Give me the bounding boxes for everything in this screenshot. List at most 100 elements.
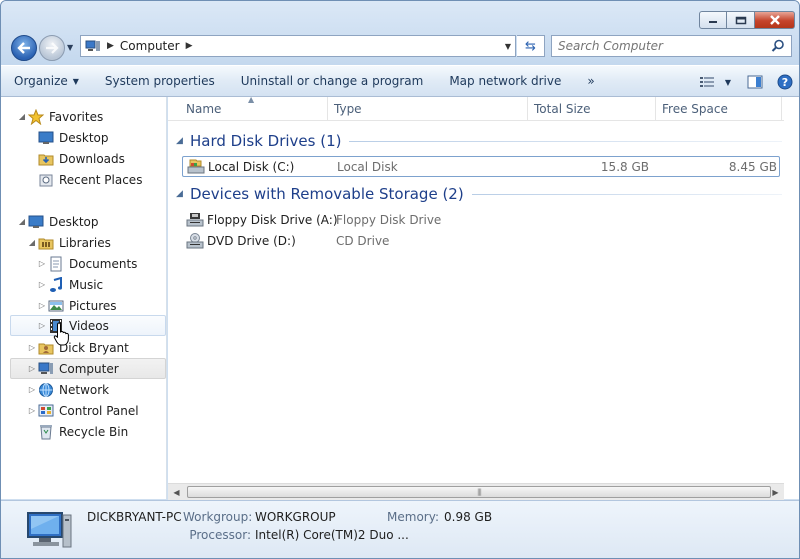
column-total-size-label: Total Size [534,102,591,116]
column-header-name[interactable]: ▲ Name [168,95,328,121]
grip-icon: ||| [476,488,482,496]
recent-pages-dropdown[interactable]: ▼ [67,43,73,52]
column-name-label: Name [186,102,222,116]
drive-type: Floppy Disk Drive [336,212,442,227]
hard-drive-icon [187,159,205,175]
scroll-right-button[interactable]: ▶ [767,484,784,500]
view-controls: ▼ ? [693,66,799,98]
nav-downloads[interactable]: Downloads [27,148,125,169]
group-expanded-icon[interactable]: ◢ [176,136,190,146]
expanded-arrow-icon[interactable]: ◢ [17,112,27,121]
search-input[interactable] [558,39,768,53]
computer-icon [37,361,55,377]
column-header-type[interactable]: Type [328,97,528,121]
close-button[interactable] [755,11,795,29]
preview-pane-button[interactable] [737,70,773,94]
nav-user-folder[interactable]: ▷ Dick Bryant [27,337,129,358]
organize-button[interactable]: Organize ▼ [1,69,92,93]
help-button[interactable]: ? [773,70,799,94]
expanded-arrow-icon[interactable]: ◢ [27,238,37,247]
close-icon [769,15,780,25]
nav-documents[interactable]: ▷ Documents [37,253,137,274]
search-icon[interactable] [771,39,785,53]
computer-icon [85,40,100,51]
breadcrumb-computer[interactable]: Computer [120,39,180,53]
drive-row-floppy[interactable]: Floppy Disk Drive (A:) Floppy Disk Drive [182,209,780,230]
group-removable-storage[interactable]: ◢ Devices with Removable Storage (2) [176,183,782,205]
group-title: Devices with Removable Storage (2) [190,185,464,203]
nav-recent-places[interactable]: Recent Places [27,169,142,190]
group-hard-disk-drives[interactable]: ◢ Hard Disk Drives (1) [176,130,782,152]
breadcrumb-separator[interactable]: ▶ [107,41,114,51]
map-network-drive-button[interactable]: Map network drive [436,69,574,93]
scroll-left-icon: ◀ [173,487,180,497]
nav-pictures[interactable]: ▷ Pictures [37,295,117,316]
nav-favorites[interactable]: ◢ Favorites [17,106,103,127]
collapsed-arrow-icon[interactable]: ▷ [37,321,47,330]
collapsed-arrow-icon[interactable]: ▷ [37,301,47,310]
nav-downloads-label: Downloads [59,151,125,166]
group-divider [471,193,782,195]
caption-buttons [699,11,795,29]
nav-network[interactable]: ▷ Network [27,379,109,400]
nav-videos[interactable]: ▷ Videos [10,315,166,336]
maximize-button[interactable] [727,11,755,29]
nav-recycle-bin[interactable]: Recycle Bin [27,421,128,442]
search-box [551,35,792,57]
address-bar[interactable]: ▶ Computer ▶ ▼ [80,35,516,57]
nav-control-panel[interactable]: ▷ Control Panel [27,400,139,421]
help-icon: ? [777,74,793,90]
group-expanded-icon[interactable]: ◢ [176,189,190,199]
file-list: ▲ Name Type Total Size Free Space ◢ Hard … [168,95,799,499]
desktop-icon [37,130,55,146]
dvd-drive-icon [186,232,204,249]
drive-row-dvd[interactable]: DVD Drive (D:) CD Drive [182,230,780,251]
expanded-arrow-icon[interactable]: ◢ [17,217,27,226]
nav-computer[interactable]: ▷ Computer [10,358,166,379]
view-list-icon [699,77,714,87]
nav-libraries[interactable]: ◢ Libraries [27,232,111,253]
downloads-folder-icon [37,151,55,167]
nav-recent-places-label: Recent Places [59,172,143,187]
nav-libraries-label: Libraries [59,235,111,250]
nav-music-label: Music [69,277,104,292]
system-properties-button[interactable]: System properties [92,69,228,93]
network-icon [37,382,55,398]
column-type-label: Type [334,102,362,116]
collapsed-arrow-icon[interactable]: ▷ [37,280,47,289]
collapsed-arrow-icon[interactable]: ▷ [37,259,47,268]
scrollbar-thumb[interactable]: ||| [187,486,771,498]
group-divider [349,140,782,142]
minimize-button[interactable] [699,11,727,29]
forward-button[interactable] [39,35,65,61]
music-note-icon [47,276,65,293]
column-header-total-size[interactable]: Total Size [528,97,656,121]
star-icon [27,108,45,125]
collapsed-arrow-icon[interactable]: ▷ [27,406,37,415]
column-header-free-space[interactable]: Free Space [656,97,782,121]
nav-control-panel-label: Control Panel [59,403,139,418]
back-button[interactable] [11,35,37,61]
drive-row-local-disk[interactable]: Local Disk (C:) Local Disk 15.8 GB 8.45 … [182,156,780,177]
explorer-window: ▼ ▶ Computer ▶ ▼ ⇆ Organize ▼ System prop… [0,0,800,559]
nav-network-label: Network [59,382,110,397]
address-dropdown[interactable]: ▼ [505,42,511,51]
collapsed-arrow-icon[interactable]: ▷ [27,385,37,394]
memory-label: Memory: [387,510,439,524]
title-bar: ▼ ▶ Computer ▶ ▼ ⇆ [1,1,799,65]
breadcrumb-separator[interactable]: ▶ [186,41,193,51]
scroll-left-button[interactable]: ◀ [168,484,185,500]
change-view-button[interactable]: ▼ [693,70,737,94]
collapsed-arrow-icon[interactable]: ▷ [27,364,37,373]
collapsed-arrow-icon[interactable]: ▷ [27,343,37,352]
nav-music[interactable]: ▷ Music [37,274,103,295]
uninstall-program-button[interactable]: Uninstall or change a program [228,69,437,93]
refresh-button[interactable]: ⇆ [517,35,545,57]
horizontal-scrollbar[interactable]: ◀ ||| ▶ [168,483,784,500]
scroll-right-icon: ▶ [772,487,779,497]
nav-desktop-favorite[interactable]: Desktop [27,127,109,148]
processor-value: Intel(R) Core(TM)2 Duo ... [255,528,409,542]
more-commands-button[interactable]: » [574,69,607,93]
drive-name: DVD Drive (D:) [207,233,296,248]
nav-desktop[interactable]: ◢ Desktop [17,211,99,232]
